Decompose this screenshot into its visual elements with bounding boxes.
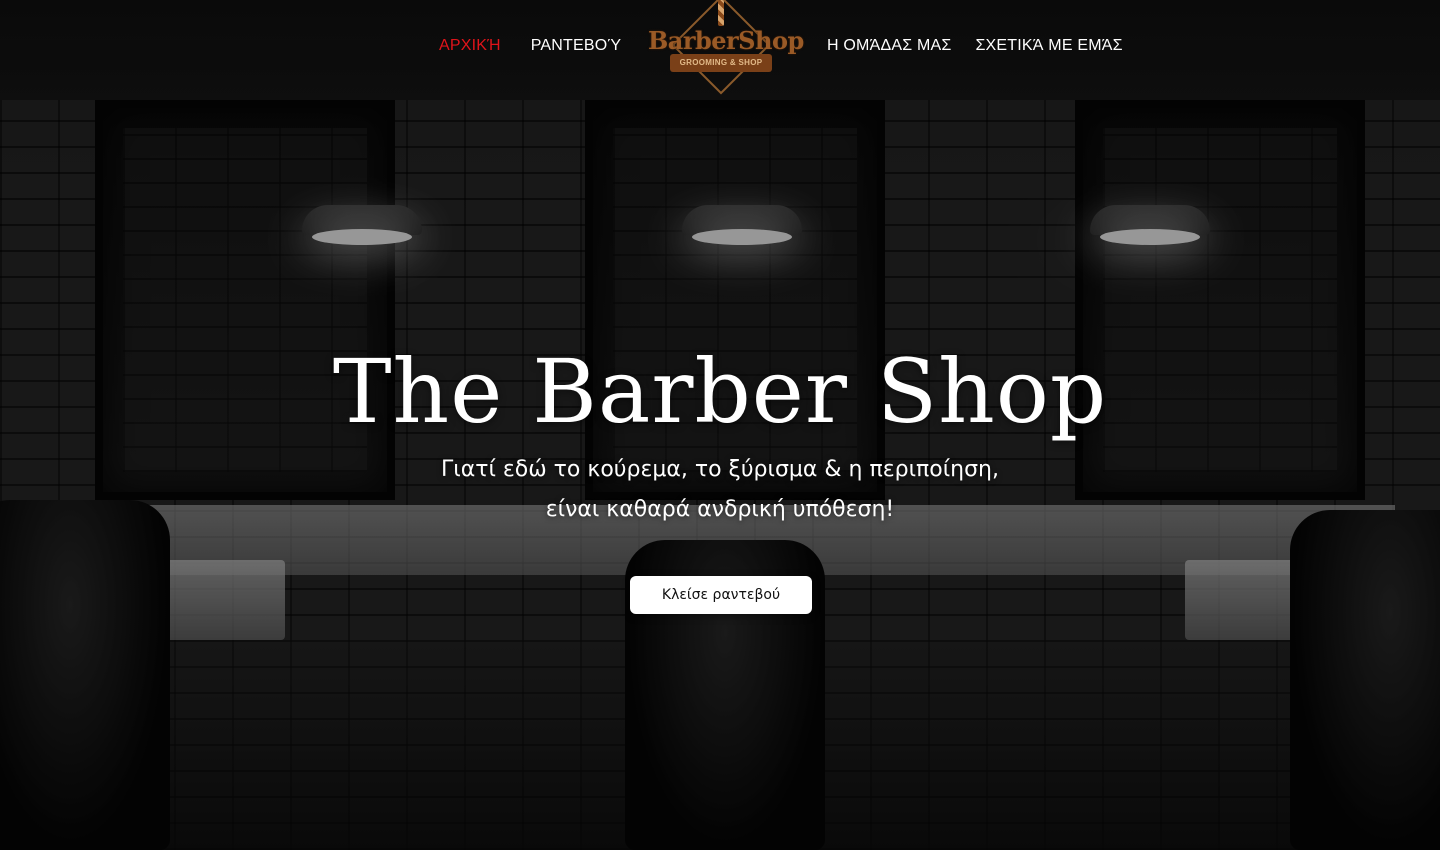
hero-subtitle-line1: Γιατί εδώ το κούρεμα, το ξύρισμα & η περ… [441, 457, 999, 482]
logo-tagline: GROOMING & SHOP [670, 54, 772, 72]
site-header: ΑΡΧΙΚΉ ΡΑΝΤΕΒΟΎ BarberShop GROOMING & SH… [0, 0, 1440, 100]
nav-right: Η ΟΜΆΔΑΣ ΜΑΣ ΣΧΕΤΙΚΆ ΜΕ ΕΜΆΣ [827, 37, 1123, 55]
nav-link-team[interactable]: Η ΟΜΆΔΑΣ ΜΑΣ [827, 37, 951, 55]
book-appointment-button[interactable]: Κλείσε ραντεβού [630, 576, 812, 614]
hero-subtitle-line2: είναι καθαρά ανδρική υπόθεση! [545, 497, 895, 522]
logo-wordmark: BarberShop [648, 26, 804, 55]
nav-left: ΑΡΧΙΚΉ ΡΑΝΤΕΒΟΎ [439, 37, 621, 55]
brand-logo[interactable]: BarberShop GROOMING & SHOP [648, 0, 804, 100]
barber-pole-icon [718, 0, 724, 26]
hero-title: The Barber Shop [332, 340, 1108, 443]
hero-subtitle: Γιατί εδώ το κούρεμα, το ξύρισμα & η περ… [0, 450, 1440, 530]
nav-link-home[interactable]: ΑΡΧΙΚΉ [439, 37, 501, 55]
nav-link-about[interactable]: ΣΧΕΤΙΚΆ ΜΕ ΕΜΆΣ [975, 37, 1122, 55]
nav-link-appointment[interactable]: ΡΑΝΤΕΒΟΎ [531, 37, 622, 55]
